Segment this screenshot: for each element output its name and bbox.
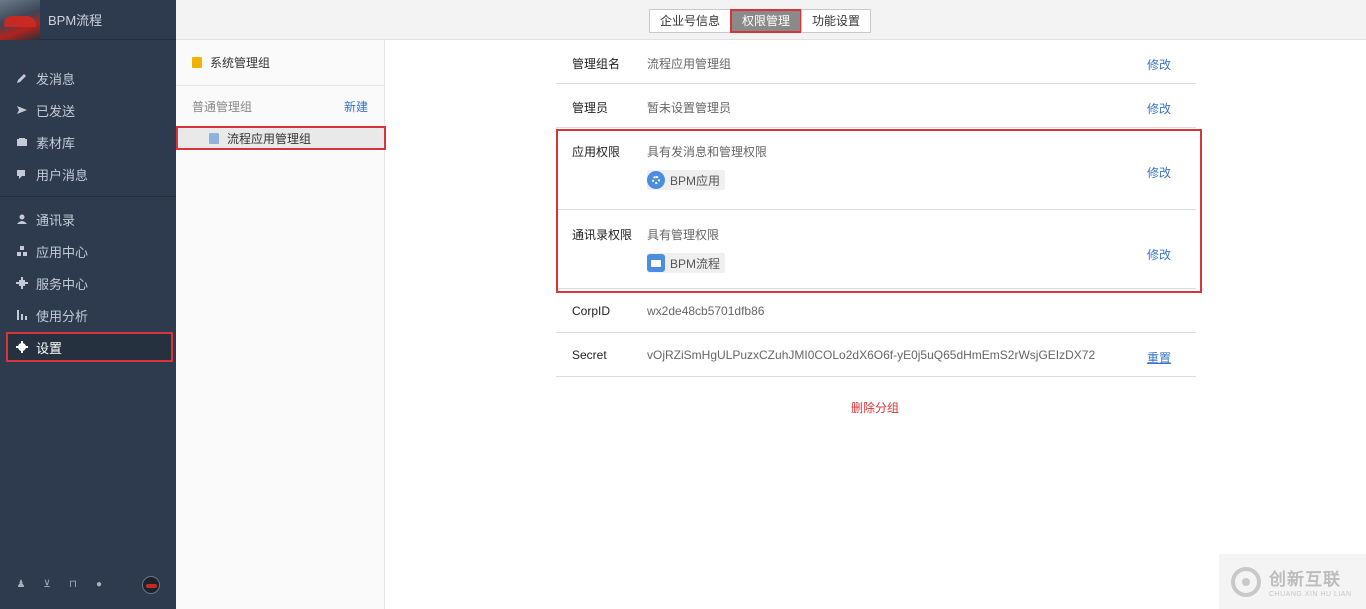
person-icon[interactable]: ♟ <box>16 580 26 590</box>
gear-icon <box>16 341 28 353</box>
sidebar-item-service-center[interactable]: 服务中心 <box>0 267 176 299</box>
sidebar-item-analytics[interactable]: 使用分析 <box>0 299 176 331</box>
edit-app-permission-link[interactable]: 修改 <box>1147 164 1171 181</box>
sidebar-item-app-center[interactable]: 应用中心 <box>0 235 176 267</box>
app-permission-desc: 具有发消息和管理权限 <box>647 145 768 159</box>
cart-icon[interactable]: ⊻ <box>42 580 52 590</box>
sidebar-item-user-messages[interactable]: 用户消息 <box>0 158 176 190</box>
chat-icon <box>17 170 25 179</box>
edit-contact-permission-link[interactable]: 修改 <box>1147 246 1171 263</box>
edit-admin-link[interactable]: 修改 <box>1147 100 1171 117</box>
normal-group-header: 普通管理组 新建 <box>176 86 384 126</box>
system-group-label: 系统管理组 <box>210 56 271 70</box>
nav-group-management: 通讯录 应用中心 服务中心 使用分析 设置 <box>0 196 176 363</box>
row-value: 流程应用管理组 <box>647 57 732 71</box>
row-value: 具有管理权限 BPM流程 <box>647 210 1196 288</box>
row-app-permission: 应用权限 具有发消息和管理权限 BPM应用 修改 <box>556 128 1196 210</box>
sidebar-item-label: 服务中心 <box>36 276 89 292</box>
sidebar-item-label: 素材库 <box>36 135 76 151</box>
row-contact-permission: 通讯录权限 具有管理权限 BPM流程 修改 <box>556 210 1196 289</box>
reset-secret-link[interactable]: 重置 <box>1147 349 1171 366</box>
folder-icon <box>647 254 665 272</box>
group-detail-table: 管理组名 流程应用管理组 修改 管理员 暂未设置管理员 修改 应用权限 具有发消… <box>556 40 1196 377</box>
sidebar-item-label: 已发送 <box>36 103 76 119</box>
row-key: Secret <box>572 348 607 362</box>
sidebar-item-label: 通讯录 <box>36 212 76 228</box>
app-center-icon <box>17 246 27 256</box>
pencil-icon <box>17 74 26 83</box>
sidebar-item-label: 发消息 <box>36 71 76 87</box>
row-value: vOjRZiSmHgULPuzxCZuhJMI0COLo2dX6O6f-yE0j… <box>647 348 1096 362</box>
service-icon <box>16 277 28 289</box>
brand-logo <box>0 0 40 40</box>
sidebar-item-send-message[interactable]: 发消息 <box>0 62 176 94</box>
sidebar-footer: ♟ ⊻ ⊓ ● <box>0 575 176 595</box>
watermark: 创新互联 CHUANG XIN HU LIAN <box>1219 554 1366 609</box>
watermark-logo-icon <box>1231 566 1261 597</box>
watermark-title: 创新互联 <box>1269 570 1341 589</box>
app-chip-label: BPM应用 <box>670 173 721 188</box>
row-value: 具有发消息和管理权限 BPM应用 <box>647 128 1196 209</box>
brand-name: BPM流程 <box>48 13 103 28</box>
folder-icon <box>17 138 27 146</box>
row-key: CorpID <box>572 304 611 318</box>
row-corpid: CorpID wx2de48cb5701dfb86 <box>556 289 1196 333</box>
avatar[interactable] <box>142 576 160 594</box>
normal-group-label: 普通管理组 <box>192 99 253 114</box>
watermark-subtitle: CHUANG XIN HU LIAN <box>1269 591 1352 598</box>
sidebar-item-label: 使用分析 <box>36 308 89 324</box>
sidebar-item-sent[interactable]: 已发送 <box>0 94 176 126</box>
row-value: 暂未设置管理员 <box>647 101 732 115</box>
app-chip: BPM应用 <box>647 170 726 190</box>
delete-group-link[interactable]: 删除分组 <box>851 399 899 416</box>
edit-group-name-link[interactable]: 修改 <box>1147 56 1171 73</box>
row-secret: Secret vOjRZiSmHgULPuzxCZuhJMI0COLo2dX6O… <box>556 333 1196 377</box>
help-icon[interactable]: ● <box>94 580 104 590</box>
row-value: wx2de48cb5701dfb86 <box>647 304 765 318</box>
row-key: 管理组名 <box>572 57 621 71</box>
contact-icon <box>17 214 27 224</box>
sidebar-item-label: 用户消息 <box>36 167 89 183</box>
tab-enterprise-info[interactable]: 企业号信息 <box>649 9 732 33</box>
settings-tabs: 企业号信息 权限管理 功能设置 <box>649 9 872 33</box>
tab-feature-settings[interactable]: 功能设置 <box>801 9 872 33</box>
row-key: 管理员 <box>572 101 609 115</box>
settings-highlight-frame <box>6 332 173 362</box>
sidebar-item-materials[interactable]: 素材库 <box>0 126 176 158</box>
send-icon <box>17 106 27 114</box>
sidebar: BPM流程 发消息 已发送 素材库 用户消息 通讯录 应用中心 服务中心 使用分… <box>0 0 176 609</box>
group-panel: 系统管理组 普通管理组 新建 流程应用管理组 <box>176 40 386 609</box>
chart-icon <box>17 310 27 320</box>
group-item-selected[interactable]: 流程应用管理组 <box>176 126 386 150</box>
system-group-item[interactable]: 系统管理组 <box>176 40 384 86</box>
sidebar-item-label: 应用中心 <box>36 244 89 260</box>
row-admin: 管理员 暂未设置管理员 修改 <box>556 84 1196 128</box>
sidebar-item-settings[interactable]: 设置 <box>0 331 176 363</box>
contact-chip-label: BPM流程 <box>670 256 721 271</box>
nav-group-messages: 发消息 已发送 素材库 用户消息 <box>0 40 176 190</box>
sidebar-item-contacts[interactable]: 通讯录 <box>0 203 176 235</box>
book-icon[interactable]: ⊓ <box>68 580 78 590</box>
group-icon <box>209 132 219 144</box>
tab-permission-management[interactable]: 权限管理 <box>730 9 803 33</box>
top-bar: 企业号信息 权限管理 功能设置 <box>176 0 1366 40</box>
group-item-label: 流程应用管理组 <box>227 131 312 146</box>
row-key: 应用权限 <box>572 145 621 159</box>
contact-chip: BPM流程 <box>647 253 726 273</box>
new-group-link[interactable]: 新建 <box>344 98 368 115</box>
contact-permission-desc: 具有管理权限 <box>647 228 720 242</box>
row-key: 通讯录权限 <box>572 228 633 242</box>
admin-group-icon <box>192 57 202 68</box>
row-group-name: 管理组名 流程应用管理组 修改 <box>556 40 1196 84</box>
app-icon <box>647 171 665 189</box>
sidebar-item-label: 设置 <box>36 340 63 356</box>
brand-header[interactable]: BPM流程 <box>0 0 176 40</box>
watermark-text: 创新互联 CHUANG XIN HU LIAN <box>1269 565 1352 598</box>
